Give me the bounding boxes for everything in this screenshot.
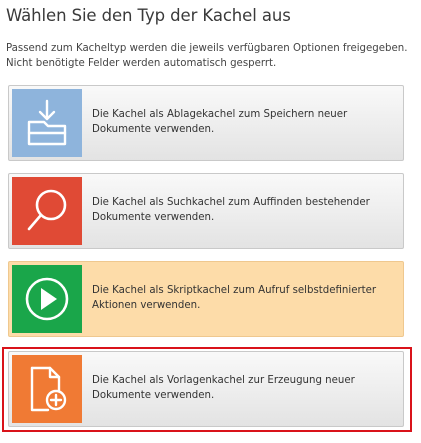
tile-description: Die Kachel als Ablagekachel zum Speicher… bbox=[92, 109, 348, 135]
tile-description: Die Kachel als Suchkachel zum Auffinden … bbox=[92, 197, 370, 223]
folder-download-icon bbox=[27, 99, 67, 146]
tile-option-ablage[interactable]: Die Kachel als Ablagekachel zum Speicher… bbox=[8, 85, 404, 161]
tile-option-suche[interactable]: Die Kachel als Suchkachel zum Auffinden … bbox=[8, 173, 404, 249]
page-title: Wählen Sie den Typ der Kachel aus bbox=[6, 6, 291, 25]
tile-icon-box-suche bbox=[12, 177, 82, 245]
tile-icon-box-skript bbox=[12, 265, 82, 333]
selection-frame bbox=[2, 347, 412, 432]
intro-text: Passend zum Kacheltyp werden die jeweils… bbox=[6, 43, 408, 69]
tile-icon-box-ablage bbox=[12, 89, 82, 157]
search-icon bbox=[27, 189, 67, 231]
tile-option-skript[interactable]: Die Kachel als Skriptkachel zum Aufruf s… bbox=[8, 261, 404, 337]
tile-description: Die Kachel als Skriptkachel zum Aufruf s… bbox=[92, 285, 377, 311]
play-icon bbox=[25, 277, 69, 321]
